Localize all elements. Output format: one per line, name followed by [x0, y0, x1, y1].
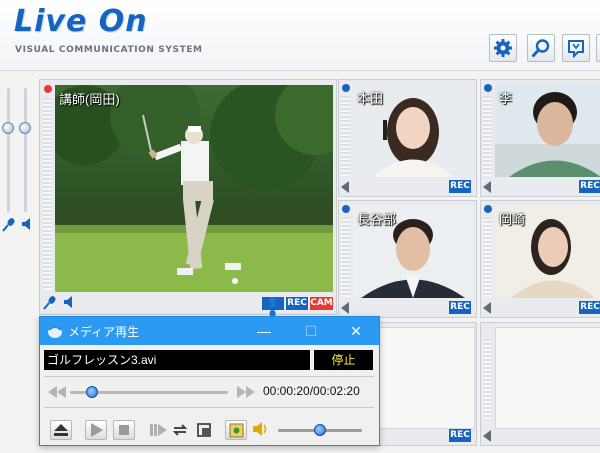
stop-button[interactable]: [113, 420, 135, 440]
seek-area: 00:00:20/00:02:20: [44, 376, 374, 408]
playback-status: 停止: [314, 350, 373, 370]
mic-volume-thumb[interactable]: [2, 122, 14, 134]
participant-tile: 本田 REC: [338, 79, 477, 197]
brand-tagline: VISUAL COMMUNICATION SYSTEM: [15, 45, 203, 55]
participant-video-feed[interactable]: 本田: [353, 84, 473, 177]
empty-participant-tile: [480, 322, 600, 446]
bookmark-button[interactable]: [562, 34, 590, 62]
audio-level-meter: [483, 339, 492, 419]
speaker-icon[interactable]: [62, 294, 76, 310]
cam-badge[interactable]: CAM: [310, 297, 333, 310]
media-player-title-bar[interactable]: メディア再生 — ☐ ✕: [40, 317, 379, 345]
stop-icon: [119, 425, 129, 435]
rec-badge[interactable]: REC: [579, 180, 600, 193]
speaker-volume-slider[interactable]: [19, 88, 31, 224]
speaker-icon[interactable]: [483, 430, 492, 442]
bookmark-icon: [568, 40, 584, 58]
rec-badge[interactable]: REC: [449, 301, 471, 314]
participant-name: 岡崎: [499, 212, 526, 227]
close-button[interactable]: ✕: [346, 321, 366, 341]
audio-level-meter: [341, 96, 350, 176]
status-dot: [484, 84, 492, 92]
file-name-display: ゴルフレッスン3.avi: [44, 350, 310, 370]
audio-level-meter: [483, 217, 492, 297]
audio-level-meter: [43, 98, 52, 290]
rec-badge[interactable]: REC: [449, 180, 471, 193]
participant-name: 本田: [357, 91, 384, 106]
gear-icon: [494, 39, 512, 57]
play-icon: [91, 423, 103, 437]
settings-button[interactable]: [489, 34, 517, 62]
participant-name: 長谷部: [357, 212, 397, 227]
main-video-feed[interactable]: 講師(岡田): [55, 85, 333, 292]
minimize-button[interactable]: —: [254, 321, 274, 341]
loop-icon[interactable]: [196, 422, 212, 438]
speaker-icon[interactable]: [341, 181, 350, 193]
rewind-icon[interactable]: [48, 386, 66, 398]
participant-video-feed[interactable]: 長谷部: [353, 205, 473, 298]
search-button[interactable]: [527, 34, 555, 62]
fast-forward-icon[interactable]: [237, 386, 255, 398]
microphone-icon[interactable]: [42, 294, 58, 310]
media-player-app-icon: [48, 326, 62, 338]
participant-tile: 李 REC: [480, 79, 600, 197]
status-dot: [342, 205, 350, 213]
rec-badge[interactable]: REC: [579, 301, 600, 314]
participant-video-feed[interactable]: 岡崎: [495, 205, 600, 298]
status-dot: [484, 205, 492, 213]
main-video-panel: 講師(岡田) 👤👤 REC CAM: [39, 79, 337, 321]
speaker-volume-track: [24, 88, 27, 212]
eject-button[interactable]: [50, 420, 72, 440]
search-icon: [532, 39, 550, 57]
media-settings-button[interactable]: [225, 420, 247, 440]
brand-logo: Live On: [14, 4, 148, 39]
volume-thumb[interactable]: [314, 424, 326, 436]
participant-tile: 長谷部 REC: [338, 200, 477, 318]
participant-tile: 岡崎 REC: [480, 200, 600, 318]
step-forward-icon[interactable]: [150, 423, 168, 437]
golf-swing-video: [55, 85, 333, 292]
main-participant-name: 講師(岡田): [59, 92, 120, 107]
speaker-icon[interactable]: [483, 302, 492, 314]
more-tools-button[interactable]: [596, 34, 600, 62]
image-settings-icon: [229, 423, 244, 438]
speaker-volume-thumb[interactable]: [19, 122, 31, 134]
speaker-icon[interactable]: [483, 181, 492, 193]
playback-time: 00:00:20/00:02:20: [263, 384, 360, 398]
rec-badge[interactable]: REC: [286, 297, 308, 310]
microphone-icon[interactable]: [1, 216, 17, 232]
participants-badge[interactable]: 👤👤: [262, 297, 284, 321]
mic-volume-slider[interactable]: [2, 88, 14, 224]
audio-level-meter: [341, 217, 350, 297]
rec-badge[interactable]: REC: [449, 429, 471, 442]
volume-icon[interactable]: [252, 421, 270, 437]
participant-video-feed[interactable]: 李: [495, 84, 600, 177]
repeat-icon[interactable]: [172, 422, 188, 438]
eject-icon: [54, 424, 68, 436]
mic-volume-track: [7, 88, 10, 212]
seek-thumb[interactable]: [86, 386, 99, 398]
media-player-title: メディア再生: [68, 325, 140, 339]
status-dot: [342, 84, 350, 92]
empty-video-slot[interactable]: [495, 327, 600, 429]
speaker-icon[interactable]: [20, 216, 34, 232]
media-player-window: メディア再生 — ☐ ✕ ゴルフレッスン3.avi 停止 00:00:20/00…: [39, 316, 380, 446]
live-indicator: [44, 85, 52, 93]
app-header: Live On VISUAL COMMUNICATION SYSTEM: [0, 0, 600, 71]
speaker-icon[interactable]: [341, 302, 350, 314]
participant-name: 李: [499, 91, 513, 106]
audio-level-meter: [483, 96, 492, 176]
maximize-button[interactable]: ☐: [301, 321, 321, 341]
play-button[interactable]: [85, 420, 107, 440]
